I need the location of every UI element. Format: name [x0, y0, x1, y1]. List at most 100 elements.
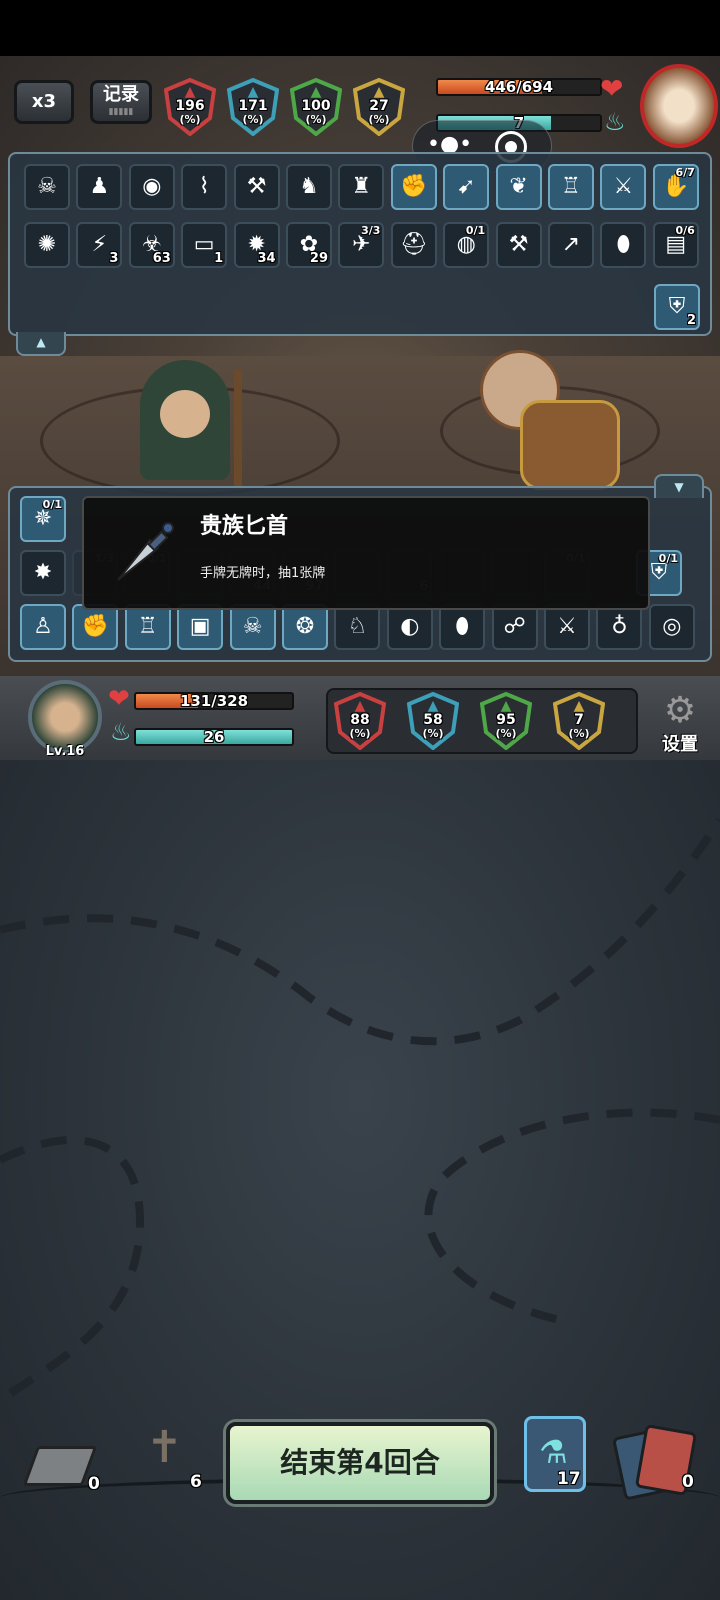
totem-icon: ♖: [561, 174, 581, 199]
player-character[interactable]: [130, 360, 270, 490]
skull-icon: ☠: [242, 614, 263, 639]
player-buff-slot[interactable]: ❂: [282, 604, 328, 650]
potion-deck[interactable]: ⚗ 17: [524, 1416, 586, 1492]
enemy-buff-slot[interactable]: ✺: [24, 222, 70, 268]
player-buff-slot[interactable]: ♁: [596, 604, 643, 650]
enemy-buff-slot[interactable]: ✈ 3/3: [338, 222, 385, 268]
enemy-buff-slot[interactable]: ⚒: [233, 164, 280, 210]
egg-icon: ⬮: [616, 232, 631, 257]
player-defense-unit: (%): [495, 727, 517, 740]
player-buff-slot[interactable]: ✊: [72, 604, 119, 650]
collapse-tab[interactable]: ▲: [16, 332, 66, 356]
enemy-buff-slot[interactable]: ✿ 29: [286, 222, 332, 268]
enemy-buff-slot[interactable]: ⚔: [600, 164, 647, 210]
mallet-icon: ⚒: [508, 232, 529, 257]
enemy-buff-slot[interactable]: ☣ 63: [128, 222, 175, 268]
player-portrait[interactable]: [28, 680, 102, 754]
enemy-buff-slot[interactable]: ⚡ 3: [76, 222, 123, 268]
enemy-speed-stat: ▲ 27 (%): [353, 78, 405, 136]
status-bar: [0, 0, 720, 56]
player-buff-slot[interactable]: ♘: [334, 604, 381, 650]
player-attack-value: 88: [350, 712, 370, 728]
sword-icon: ⚔: [613, 174, 634, 199]
log-button[interactable]: 记录 ▮▮▮▮▮: [90, 80, 152, 124]
settings-button[interactable]: ⚙ 设置: [650, 692, 710, 756]
discard-pile-count: 0: [682, 1472, 694, 1492]
expand-tab[interactable]: ▼: [654, 474, 704, 498]
player-crit-value: 58: [423, 712, 443, 728]
wings-icon: ❦: [509, 174, 528, 199]
enemy-buff-slot[interactable]: ↗: [548, 222, 594, 268]
player-buff-slot[interactable]: ☠: [229, 604, 276, 650]
voodoo-doll-icon: ♟: [89, 174, 110, 199]
settings-label: 设置: [662, 734, 698, 755]
enemy-buff-slot[interactable]: ♖: [548, 164, 594, 210]
enemy-hp-text: 446/694: [484, 78, 554, 96]
fist-icon: ✊: [81, 614, 110, 639]
muscle-icon: ✊: [400, 174, 428, 199]
end-turn-button[interactable]: 结束第4回合: [226, 1422, 494, 1504]
enemy-buff-slot[interactable]: ✋ 6/7: [652, 164, 699, 210]
grave-pile[interactable]: ✝ 6: [132, 1422, 212, 1498]
player-buff-slot[interactable]: ▣: [177, 604, 224, 650]
enemy-buff-slot[interactable]: ♟: [76, 164, 123, 210]
player-speed-value: 7: [574, 712, 584, 728]
dark-mask-icon: ☠: [37, 174, 57, 199]
player-hp-bar: 131/328: [134, 692, 294, 710]
speed-label: x3: [31, 91, 57, 112]
enemy-buff-slot[interactable]: ⌇: [181, 164, 228, 210]
enemy-buff-slot[interactable]: ➹: [443, 164, 490, 210]
enemy-buff-slot[interactable]: ⚒: [495, 222, 542, 268]
draw-pile[interactable]: 0: [22, 1440, 104, 1500]
player-buff-slot[interactable]: ♖: [124, 604, 171, 650]
enemy-buff-slot[interactable]: ❦: [495, 164, 542, 210]
player-speed-unit: (%): [568, 727, 590, 740]
player-buff-slot[interactable]: ♙: [20, 604, 66, 650]
staff-icon: [234, 370, 242, 490]
player-buff-slot[interactable]: ☍: [491, 604, 538, 650]
player-defense-stat: ▲ 95 (%): [480, 692, 532, 750]
enemy-buff-slot[interactable]: ♜: [338, 164, 385, 210]
enemy-buff-slot[interactable]: ⬮: [600, 222, 647, 268]
buff-count: 3/3: [361, 224, 381, 237]
enemy-defense-value: 100: [301, 98, 331, 114]
player-energy-bar: 26: [134, 728, 294, 746]
enemy-crit-value: 171: [238, 98, 268, 114]
enemy-buff-slot[interactable]: ⛑: [390, 222, 437, 268]
player-buff-slot[interactable]: ⚔: [544, 604, 590, 650]
enemy-buff-slot[interactable]: ✹ 34: [233, 222, 280, 268]
discard-pile[interactable]: 0: [611, 1422, 708, 1502]
mecha-cat-icon: ♞: [299, 174, 319, 199]
enemy-buff-slot[interactable]: ☠: [24, 164, 70, 210]
enemy-portrait[interactable]: [640, 64, 718, 148]
enemy-hp-bar: 446/694: [436, 78, 602, 96]
player-attack-stat: ▲ 88 (%): [334, 692, 386, 750]
player-buff-slot[interactable]: ◐: [386, 604, 433, 650]
player-attack-unit: (%): [349, 727, 371, 740]
enemy-buff-slot[interactable]: ◉: [128, 164, 175, 210]
log-dots: ▮▮▮▮▮: [108, 107, 134, 117]
enemy-buff-slot[interactable]: ◍ 0/1: [443, 222, 490, 268]
stump-icon: ◎: [662, 614, 682, 639]
item-tooltip: 贵族匕首 手牌无牌时，抽1张牌: [82, 496, 650, 610]
enemy-attack-value: 196: [175, 98, 205, 114]
enemy-buff-slot[interactable]: ✊: [390, 164, 437, 210]
enemy-speed-unit: (%): [368, 113, 390, 126]
player-defense-value: 95: [496, 712, 516, 728]
player-buff-slot[interactable]: ⬮: [439, 604, 486, 650]
player-buff-slot[interactable]: ◎: [648, 604, 695, 650]
grave-pile-count: 6: [190, 1472, 202, 1492]
slime-icon: ◐: [400, 614, 420, 639]
enemy-buff-panel: ☠ ♟ ◉ ⌇ ⚒ ♞ ♜ ✊ ➹ ❦ ♖ ⚔ ✋ 6/7 ✺ ⚡ 3 ☣ 63 ▭ 1 ✹ 34 ✿ 29 ✈ 3/3 ⛑ ◍ 0/1…: [8, 152, 712, 336]
player-buff-slot[interactable]: ✸: [20, 550, 66, 596]
speed-button[interactable]: x3: [14, 80, 74, 124]
enemy-buff-slot[interactable]: ▤ 0/6: [652, 222, 699, 268]
armor-buff[interactable]: ⛨ 2: [654, 284, 700, 330]
enemy-defense-unit: (%): [305, 113, 327, 126]
spiked-ball-icon: ✸: [33, 560, 53, 585]
player-buff-slot[interactable]: ✵ 0/1: [20, 496, 66, 542]
enemy-character[interactable]: [460, 340, 630, 490]
enemy-buff-slot[interactable]: ▭ 1: [181, 222, 228, 268]
enemy-buff-slot[interactable]: ♞: [286, 164, 332, 210]
spike-trap-icon: ⌇: [198, 174, 210, 199]
